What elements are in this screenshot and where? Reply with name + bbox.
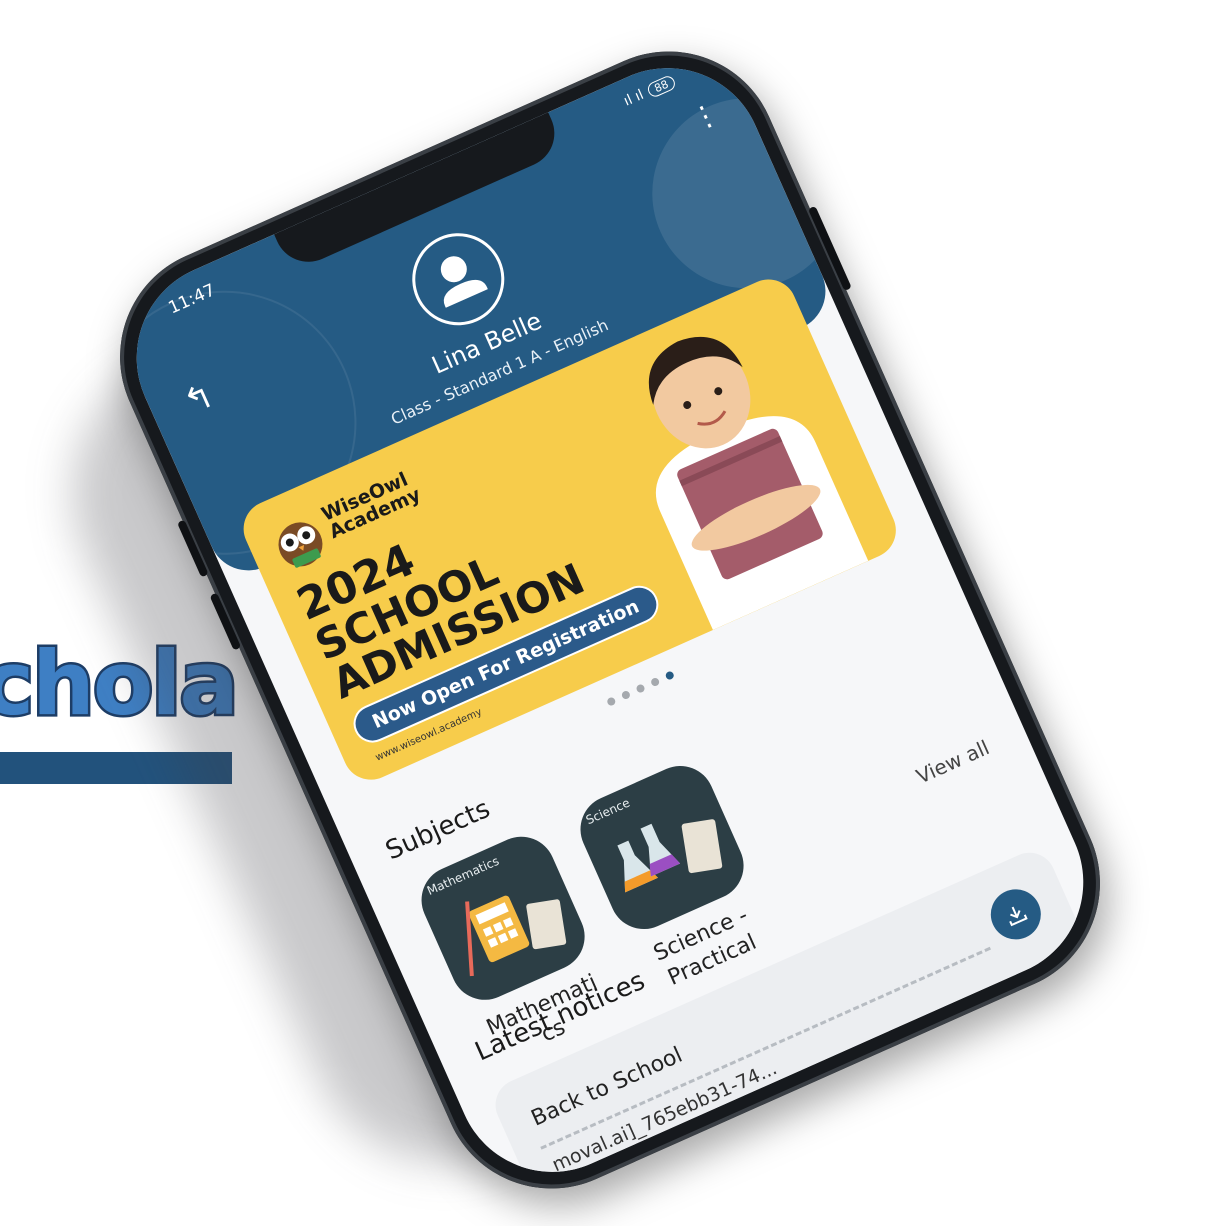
view-all-link[interactable]: View all	[913, 735, 993, 788]
app-screen: 11:47 ıl ıl 88 ⋮ ↰ Lina Belle Class - St…	[105, 37, 1115, 1203]
hamburger-menu-icon[interactable]: ☰	[1029, 956, 1060, 990]
carousel-dot[interactable]	[620, 689, 632, 701]
academy-name: WiseOwl Academy	[318, 468, 424, 543]
carousel-dot[interactable]	[664, 670, 676, 681]
status-icons: ıl ıl 88	[621, 73, 678, 110]
carousel-dot[interactable]	[649, 676, 661, 688]
download-arrow-icon	[1009, 906, 1028, 927]
carousel-dot[interactable]	[635, 683, 646, 694]
signal-icon: ıl ıl	[621, 86, 647, 110]
download-icon[interactable]	[982, 881, 1049, 948]
battery-icon: 88	[645, 73, 678, 99]
user-silhouette-icon	[440, 256, 488, 308]
carousel-dot[interactable]	[605, 696, 617, 707]
phone-frame: 11:47 ıl ıl 88 ⋮ ↰ Lina Belle Class - St…	[84, 16, 1136, 1224]
